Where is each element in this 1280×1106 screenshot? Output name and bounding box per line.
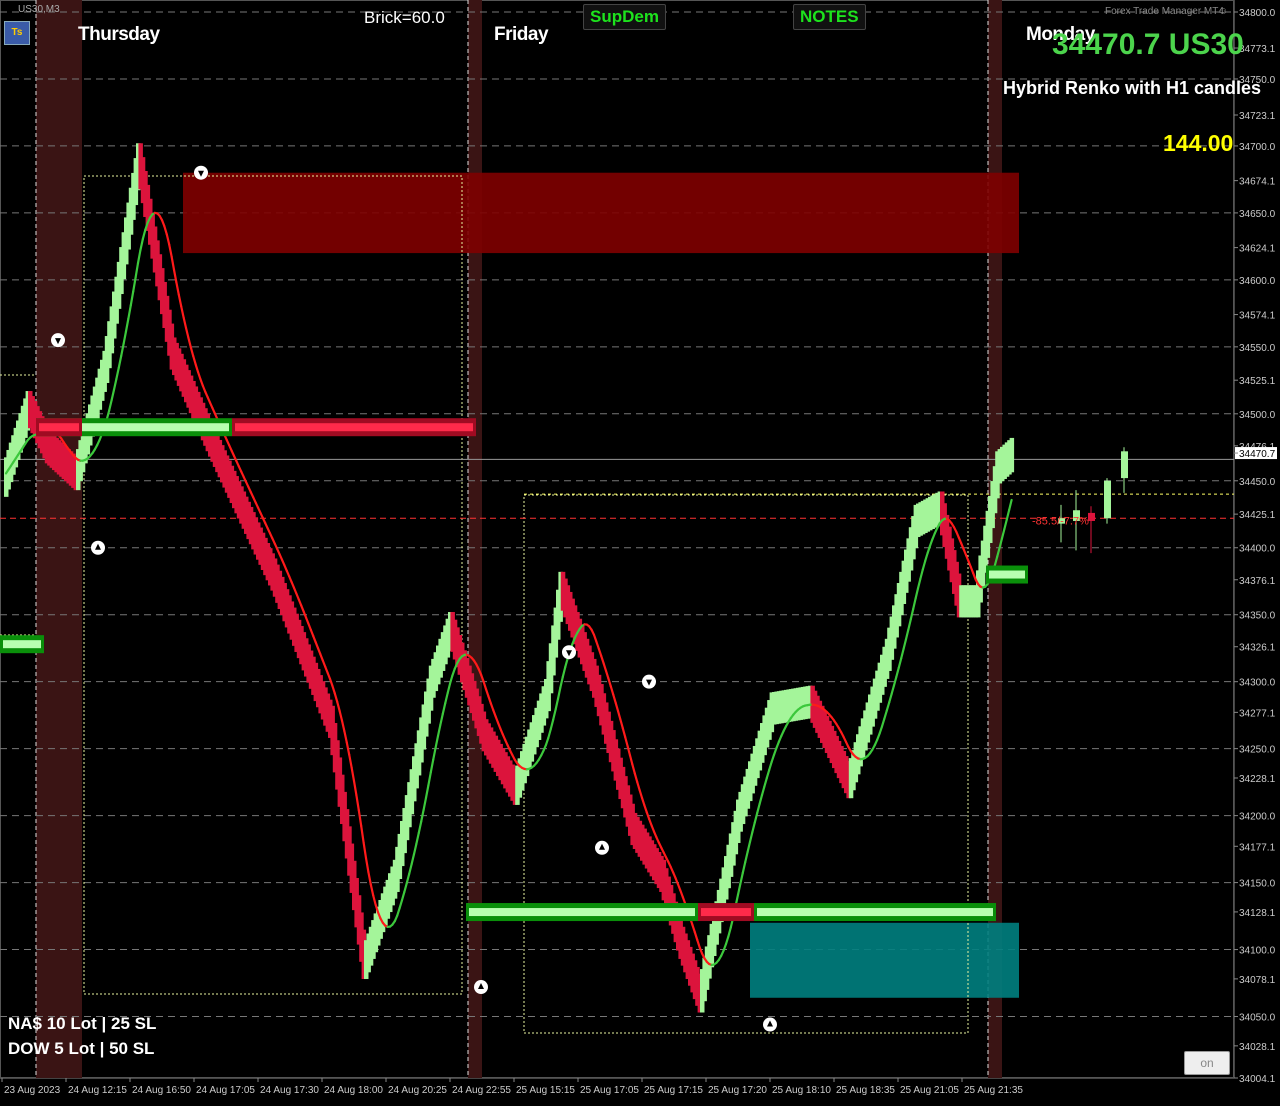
price-tick-label: 34450.0: [1239, 477, 1276, 488]
supply-zone: [183, 173, 1019, 253]
price-tick-label: 34574.1: [1239, 311, 1276, 322]
sr-zone-inner: [39, 423, 79, 431]
day-label-thursday: Thursday: [78, 24, 160, 46]
order-pl-label: -85.5/-7.7%: [1032, 515, 1089, 527]
price-tick-label: 34550.0: [1239, 343, 1276, 354]
time-tick-label: 24 Aug 20:25: [388, 1085, 447, 1096]
price-tick-label: 34624.1: [1239, 244, 1276, 255]
h1-candle-body: [1088, 513, 1095, 521]
time-tick-label: 24 Aug 17:30: [260, 1085, 319, 1096]
price-tick-label: 34470.7: [1239, 449, 1276, 460]
chart-svg: -85.5/-7.7%34800.034773.134750.034723.13…: [0, 0, 1280, 1101]
sr-zone-inner: [235, 423, 473, 431]
time-tick-label: 25 Aug 17:20: [708, 1085, 767, 1096]
on-button[interactable]: on: [1184, 1051, 1230, 1075]
sr-zone-inner: [3, 640, 41, 648]
time-tick-label: 24 Aug 22:55: [452, 1085, 511, 1096]
chart-background: [0, 0, 1280, 1101]
session-shade: [36, 0, 82, 1078]
range-value: 144.00: [1163, 130, 1233, 157]
chart-area[interactable]: -85.5/-7.7%34800.034773.134750.034723.13…: [0, 0, 1280, 1101]
supdem-button[interactable]: SupDem: [583, 4, 666, 30]
notes-button[interactable]: NOTES: [793, 4, 866, 30]
price-tick-label: 34277.1: [1239, 708, 1276, 719]
price-tick-label: 34100.0: [1239, 946, 1276, 957]
time-tick-label: 25 Aug 21:35: [964, 1085, 1023, 1096]
time-tick-label: 24 Aug 17:05: [196, 1085, 255, 1096]
price-tick-label: 34300.0: [1239, 678, 1276, 689]
price-tick-label: 34177.1: [1239, 842, 1276, 853]
price-tick-label: 34250.0: [1239, 745, 1276, 756]
price-tick-label: 34600.0: [1239, 276, 1276, 287]
price-tick-label: 34425.1: [1239, 510, 1276, 521]
price-tick-label: 34650.0: [1239, 209, 1276, 220]
time-tick-label: 25 Aug 18:35: [836, 1085, 895, 1096]
price-tick-label: 34700.0: [1239, 142, 1276, 153]
time-tick-label: 24 Aug 12:15: [68, 1085, 127, 1096]
lot-info-line-1: NA$ 10 Lot | 25 SL: [8, 1014, 156, 1034]
price-tick-label: 34004.1: [1239, 1074, 1276, 1085]
ftm-smiley-icon: ☺: [1218, 6, 1228, 17]
brick-label: Brick=60.0: [364, 8, 445, 28]
time-tick-label: 25 Aug 15:15: [516, 1085, 575, 1096]
price-tick-label: 34674.1: [1239, 177, 1276, 188]
price-tick-label: 34228.1: [1239, 774, 1276, 785]
time-tick-label: 25 Aug 21:05: [900, 1085, 959, 1096]
time-tick-label: 25 Aug 18:10: [772, 1085, 831, 1096]
price-tick-label: 34525.1: [1239, 376, 1276, 387]
current-price-label: 34470.7 US30: [1052, 28, 1244, 62]
price-tick-label: 34128.1: [1239, 908, 1276, 919]
price-tick-label: 34376.1: [1239, 576, 1276, 587]
symbol-label: US30,M3: [18, 4, 60, 15]
ftm-label: Forex Trade Manager MT4: [1105, 6, 1224, 17]
price-tick-label: 34150.0: [1239, 879, 1276, 890]
ts-indicator-icon[interactable]: Ts: [4, 21, 30, 45]
price-tick-label: 34078.1: [1239, 975, 1276, 986]
time-tick-label: 23 Aug 2023: [4, 1085, 61, 1096]
price-tick-label: 34400.0: [1239, 544, 1276, 555]
day-label-friday: Friday: [494, 24, 548, 46]
price-tick-label: 34773.1: [1239, 44, 1276, 55]
time-tick-label: 24 Aug 16:50: [132, 1085, 191, 1096]
price-tick-label: 34350.0: [1239, 611, 1276, 622]
price-tick-label: 34500.0: [1239, 410, 1276, 421]
chart-subtitle: Hybrid Renko with H1 candles: [1003, 78, 1261, 99]
time-tick-label: 25 Aug 17:15: [644, 1085, 703, 1096]
lot-info-line-2: DOW 5 Lot | 50 SL: [8, 1039, 154, 1059]
price-tick-label: 34326.1: [1239, 643, 1276, 654]
sr-zone-inner: [989, 571, 1025, 579]
price-tick-label: 34800.0: [1239, 8, 1276, 19]
sr-zone-inner: [701, 908, 751, 916]
sr-zone-inner: [757, 908, 993, 916]
price-tick-label: 34050.0: [1239, 1013, 1276, 1024]
sr-zone-inner: [469, 908, 695, 916]
time-tick-label: 24 Aug 18:00: [324, 1085, 383, 1096]
price-tick-label: 34723.1: [1239, 111, 1276, 122]
price-tick-label: 34028.1: [1239, 1042, 1276, 1053]
renko-brick: [1010, 438, 1015, 472]
h1-candle-body: [1104, 481, 1111, 519]
time-tick-label: 25 Aug 17:05: [580, 1085, 639, 1096]
price-tick-label: 34200.0: [1239, 812, 1276, 823]
demand-zone: [750, 923, 1019, 998]
h1-candle-body: [1121, 451, 1128, 478]
